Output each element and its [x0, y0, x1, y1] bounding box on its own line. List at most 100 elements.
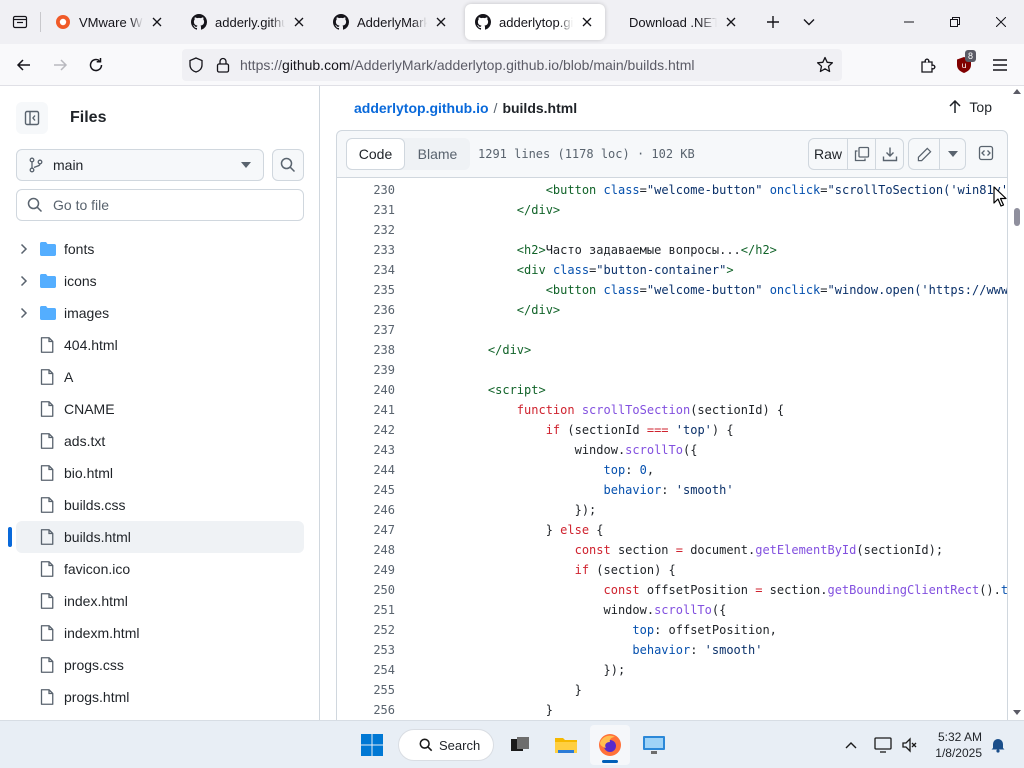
- extensions-button[interactable]: [912, 49, 944, 81]
- tab-adderly[interactable]: adderly.github.io: [181, 4, 317, 40]
- chevron-right-icon[interactable]: [16, 243, 32, 255]
- tree-file-item[interactable]: ads.txt: [16, 425, 304, 457]
- firefox-taskbar-button[interactable]: [590, 725, 630, 765]
- notifications-button[interactable]: [986, 725, 1010, 765]
- close-tab-icon[interactable]: [579, 14, 595, 30]
- collapse-sidebar-button[interactable]: [16, 102, 48, 134]
- tab-vmware[interactable]: VMware Workstation: [45, 4, 175, 40]
- go-to-file-field[interactable]: [16, 189, 304, 221]
- line-number[interactable]: 239: [337, 363, 395, 377]
- branch-selector[interactable]: main: [16, 149, 264, 181]
- line-number[interactable]: 245: [337, 483, 395, 497]
- network-tray-button[interactable]: [870, 725, 896, 765]
- line-number[interactable]: 243: [337, 443, 395, 457]
- tree-file-item[interactable]: CNAME: [16, 393, 304, 425]
- app-menu-button[interactable]: [984, 49, 1016, 81]
- tree-folder-item[interactable]: fonts: [16, 233, 304, 265]
- code-view[interactable]: 230 <button class="welcome-button" oncli…: [336, 178, 1008, 720]
- tree-file-item[interactable]: 404.html: [16, 329, 304, 361]
- tab-adderlytop[interactable]: adderlytop.github.io: [465, 4, 605, 40]
- line-number[interactable]: 255: [337, 683, 395, 697]
- tree-file-item[interactable]: progs.html: [16, 681, 304, 713]
- blame-view-button[interactable]: Blame: [405, 138, 470, 170]
- scrollbar-thumb[interactable]: [1014, 208, 1020, 226]
- tab-adderlymark[interactable]: AdderlyMark (M: [323, 4, 459, 40]
- copy-raw-button[interactable]: [847, 139, 875, 169]
- line-number[interactable]: 237: [337, 323, 395, 337]
- line-number[interactable]: 232: [337, 223, 395, 237]
- tree-file-item[interactable]: builds.html: [8, 521, 304, 553]
- tree-file-item[interactable]: A: [16, 361, 304, 393]
- scroll-up-icon[interactable]: [1013, 88, 1021, 94]
- url-text[interactable]: https://github.com/AdderlyMark/adderlyto…: [240, 57, 694, 73]
- line-number[interactable]: 250: [337, 583, 395, 597]
- line-number[interactable]: 249: [337, 563, 395, 577]
- close-window-button[interactable]: [978, 0, 1024, 44]
- maximize-button[interactable]: [932, 0, 978, 44]
- scroll-down-icon[interactable]: [1013, 710, 1021, 716]
- line-number[interactable]: 241: [337, 403, 395, 417]
- line-number[interactable]: 235: [337, 283, 395, 297]
- tree-file-item[interactable]: progs.css: [16, 649, 304, 681]
- line-number[interactable]: 254: [337, 663, 395, 677]
- line-number[interactable]: 253: [337, 643, 395, 657]
- chevron-right-icon[interactable]: [16, 275, 32, 287]
- close-tab-icon[interactable]: [723, 14, 739, 30]
- taskbar-search[interactable]: Search: [398, 729, 494, 761]
- tab-dotnet[interactable]: Download .NET (: [619, 4, 749, 40]
- line-number[interactable]: 251: [337, 603, 395, 617]
- tree-file-item[interactable]: builds.css: [16, 489, 304, 521]
- start-button[interactable]: [352, 725, 392, 765]
- line-number[interactable]: 246: [337, 503, 395, 517]
- line-number[interactable]: 242: [337, 423, 395, 437]
- chevron-right-icon[interactable]: [16, 307, 32, 319]
- address-bar[interactable]: https://github.com/AdderlyMark/adderlyto…: [182, 49, 842, 81]
- remote-desktop-button[interactable]: [634, 725, 674, 765]
- line-number[interactable]: 236: [337, 303, 395, 317]
- tree-file-item[interactable]: index.html: [16, 585, 304, 617]
- close-tab-icon[interactable]: [433, 14, 449, 30]
- task-view-button[interactable]: [500, 725, 540, 765]
- symbols-panel-button[interactable]: [970, 138, 1002, 168]
- line-number[interactable]: 231: [337, 203, 395, 217]
- firefox-view-button[interactable]: [0, 0, 40, 44]
- line-number[interactable]: 233: [337, 243, 395, 257]
- line-number[interactable]: 256: [337, 703, 395, 717]
- tree-folder-item[interactable]: icons: [16, 265, 304, 297]
- page-scrollbar[interactable]: [1010, 86, 1024, 720]
- tree-file-item[interactable]: bio.html: [16, 457, 304, 489]
- line-number[interactable]: 248: [337, 543, 395, 557]
- ublock-extension-button[interactable]: u 8: [948, 49, 980, 81]
- back-button[interactable]: [8, 49, 40, 81]
- minimize-button[interactable]: [886, 0, 932, 44]
- show-hidden-icons-button[interactable]: [838, 725, 864, 765]
- close-tab-icon[interactable]: [149, 14, 165, 30]
- edit-options-dropdown[interactable]: [939, 139, 965, 169]
- lock-icon[interactable]: [216, 57, 230, 73]
- code-view-button[interactable]: Code: [346, 138, 405, 170]
- raw-button[interactable]: Raw: [809, 139, 847, 169]
- download-button[interactable]: [875, 139, 903, 169]
- file-explorer-button[interactable]: [546, 725, 586, 765]
- line-number[interactable]: 252: [337, 623, 395, 637]
- reload-button[interactable]: [80, 49, 112, 81]
- new-tab-button[interactable]: [757, 6, 789, 38]
- search-button[interactable]: [272, 149, 304, 181]
- line-number[interactable]: 244: [337, 463, 395, 477]
- edit-file-button[interactable]: [909, 139, 939, 169]
- clock[interactable]: 5:32 AM 1/8/2025: [935, 729, 982, 761]
- tree-folder-item[interactable]: images: [16, 297, 304, 329]
- line-number[interactable]: 247: [337, 523, 395, 537]
- breadcrumb-repo-link[interactable]: adderlytop.github.io: [354, 100, 489, 116]
- line-number[interactable]: 234: [337, 263, 395, 277]
- line-number[interactable]: 240: [337, 383, 395, 397]
- scroll-to-top-button[interactable]: Top: [949, 99, 992, 115]
- close-tab-icon[interactable]: [291, 14, 307, 30]
- bookmark-star-icon[interactable]: [816, 56, 834, 74]
- tree-file-item[interactable]: indexm.html: [16, 617, 304, 649]
- forward-button[interactable]: [44, 49, 76, 81]
- go-to-file-input[interactable]: [53, 197, 293, 213]
- shield-icon[interactable]: [188, 57, 204, 73]
- volume-tray-button[interactable]: [898, 725, 922, 765]
- line-number[interactable]: 238: [337, 343, 395, 357]
